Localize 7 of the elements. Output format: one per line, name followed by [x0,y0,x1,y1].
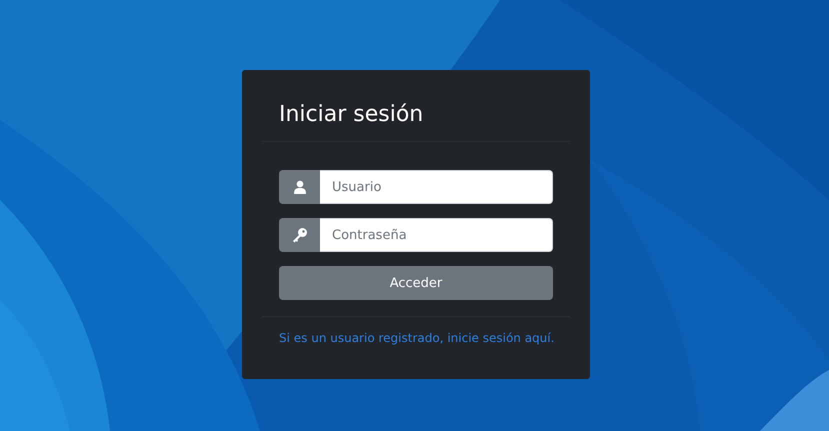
submit-button[interactable]: Acceder [279,266,553,300]
key-icon [292,227,308,243]
login-title: Iniciar sesión [262,70,570,142]
user-icon [292,180,306,194]
input-field[interactable]: Contraseña [320,218,553,252]
login-link[interactable]: Si es un usuario registrado, inicie sesión aquí. [279,331,554,345]
input-field[interactable]: Usuario [320,170,553,204]
